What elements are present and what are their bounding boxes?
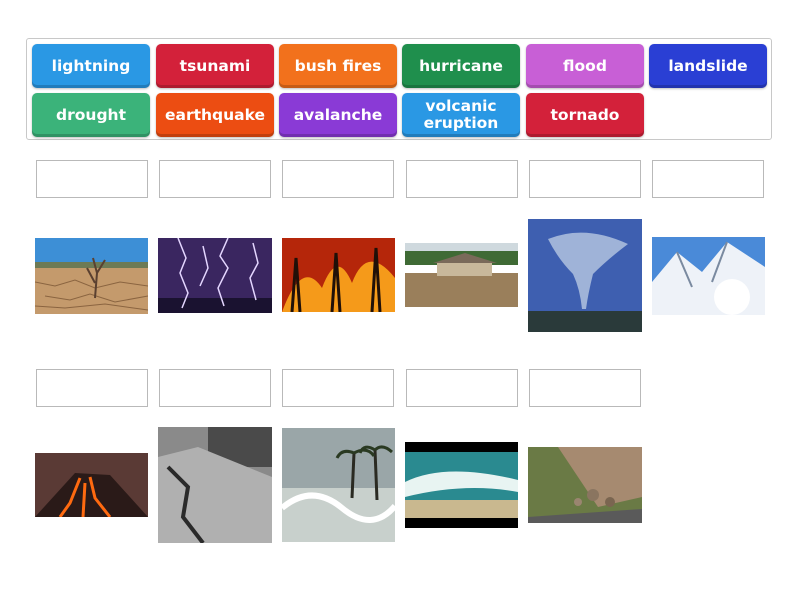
tile-hurricane[interactable]: hurricane	[402, 44, 520, 88]
tornado-photo-icon	[528, 219, 642, 332]
tile-lightning[interactable]: lightning	[32, 44, 150, 88]
tile-label: volcanic eruption	[423, 97, 499, 132]
drop-box[interactable]	[36, 160, 148, 198]
tile-label: avalanche	[293, 105, 383, 124]
landslide-photo-icon	[528, 447, 642, 523]
tile-label: hurricane	[419, 56, 503, 75]
tile-label: lightning	[51, 56, 131, 75]
tile-label: tsunami	[179, 56, 251, 75]
tile-drought[interactable]: drought	[32, 93, 150, 137]
drop-box[interactable]	[406, 369, 518, 407]
tile-avalanche[interactable]: avalanche	[279, 93, 397, 137]
lightning-photo-icon	[158, 238, 272, 313]
tile-label: bush fires	[294, 56, 382, 75]
flood-photo-icon	[405, 243, 518, 307]
tsunami-photo-icon	[405, 442, 518, 528]
earthquake-photo-icon	[158, 427, 272, 543]
hurricane-photo-icon	[282, 428, 395, 542]
tile-tornado[interactable]: tornado	[526, 93, 644, 137]
tile-tsunami[interactable]: tsunami	[156, 44, 274, 88]
drop-box[interactable]	[159, 369, 271, 407]
tile-earthquake[interactable]: earthquake	[156, 93, 274, 137]
drop-box[interactable]	[282, 369, 394, 407]
tile-label: earthquake	[164, 105, 266, 124]
tile-label: landslide	[668, 56, 748, 75]
tile-label: tornado	[550, 105, 620, 124]
tile-label: drought	[56, 105, 126, 124]
drop-box[interactable]	[529, 369, 641, 407]
tile-label: flood	[563, 56, 607, 75]
drop-box[interactable]	[406, 160, 518, 198]
bush-fire-photo-icon	[282, 238, 395, 312]
drop-box[interactable]	[652, 160, 764, 198]
drop-box[interactable]	[529, 160, 641, 198]
volcanic-eruption-photo-icon	[35, 453, 148, 517]
drop-box[interactable]	[159, 160, 271, 198]
tile-flood[interactable]: flood	[526, 44, 644, 88]
tile-volcanic-eruption[interactable]: volcanic eruption	[402, 93, 520, 137]
drop-box[interactable]	[282, 160, 394, 198]
drought-photo-icon	[35, 238, 148, 314]
drop-box[interactable]	[36, 369, 148, 407]
tile-bush-fires[interactable]: bush fires	[279, 44, 397, 88]
avalanche-photo-icon	[652, 237, 765, 315]
tile-landslide[interactable]: landslide	[649, 44, 767, 88]
